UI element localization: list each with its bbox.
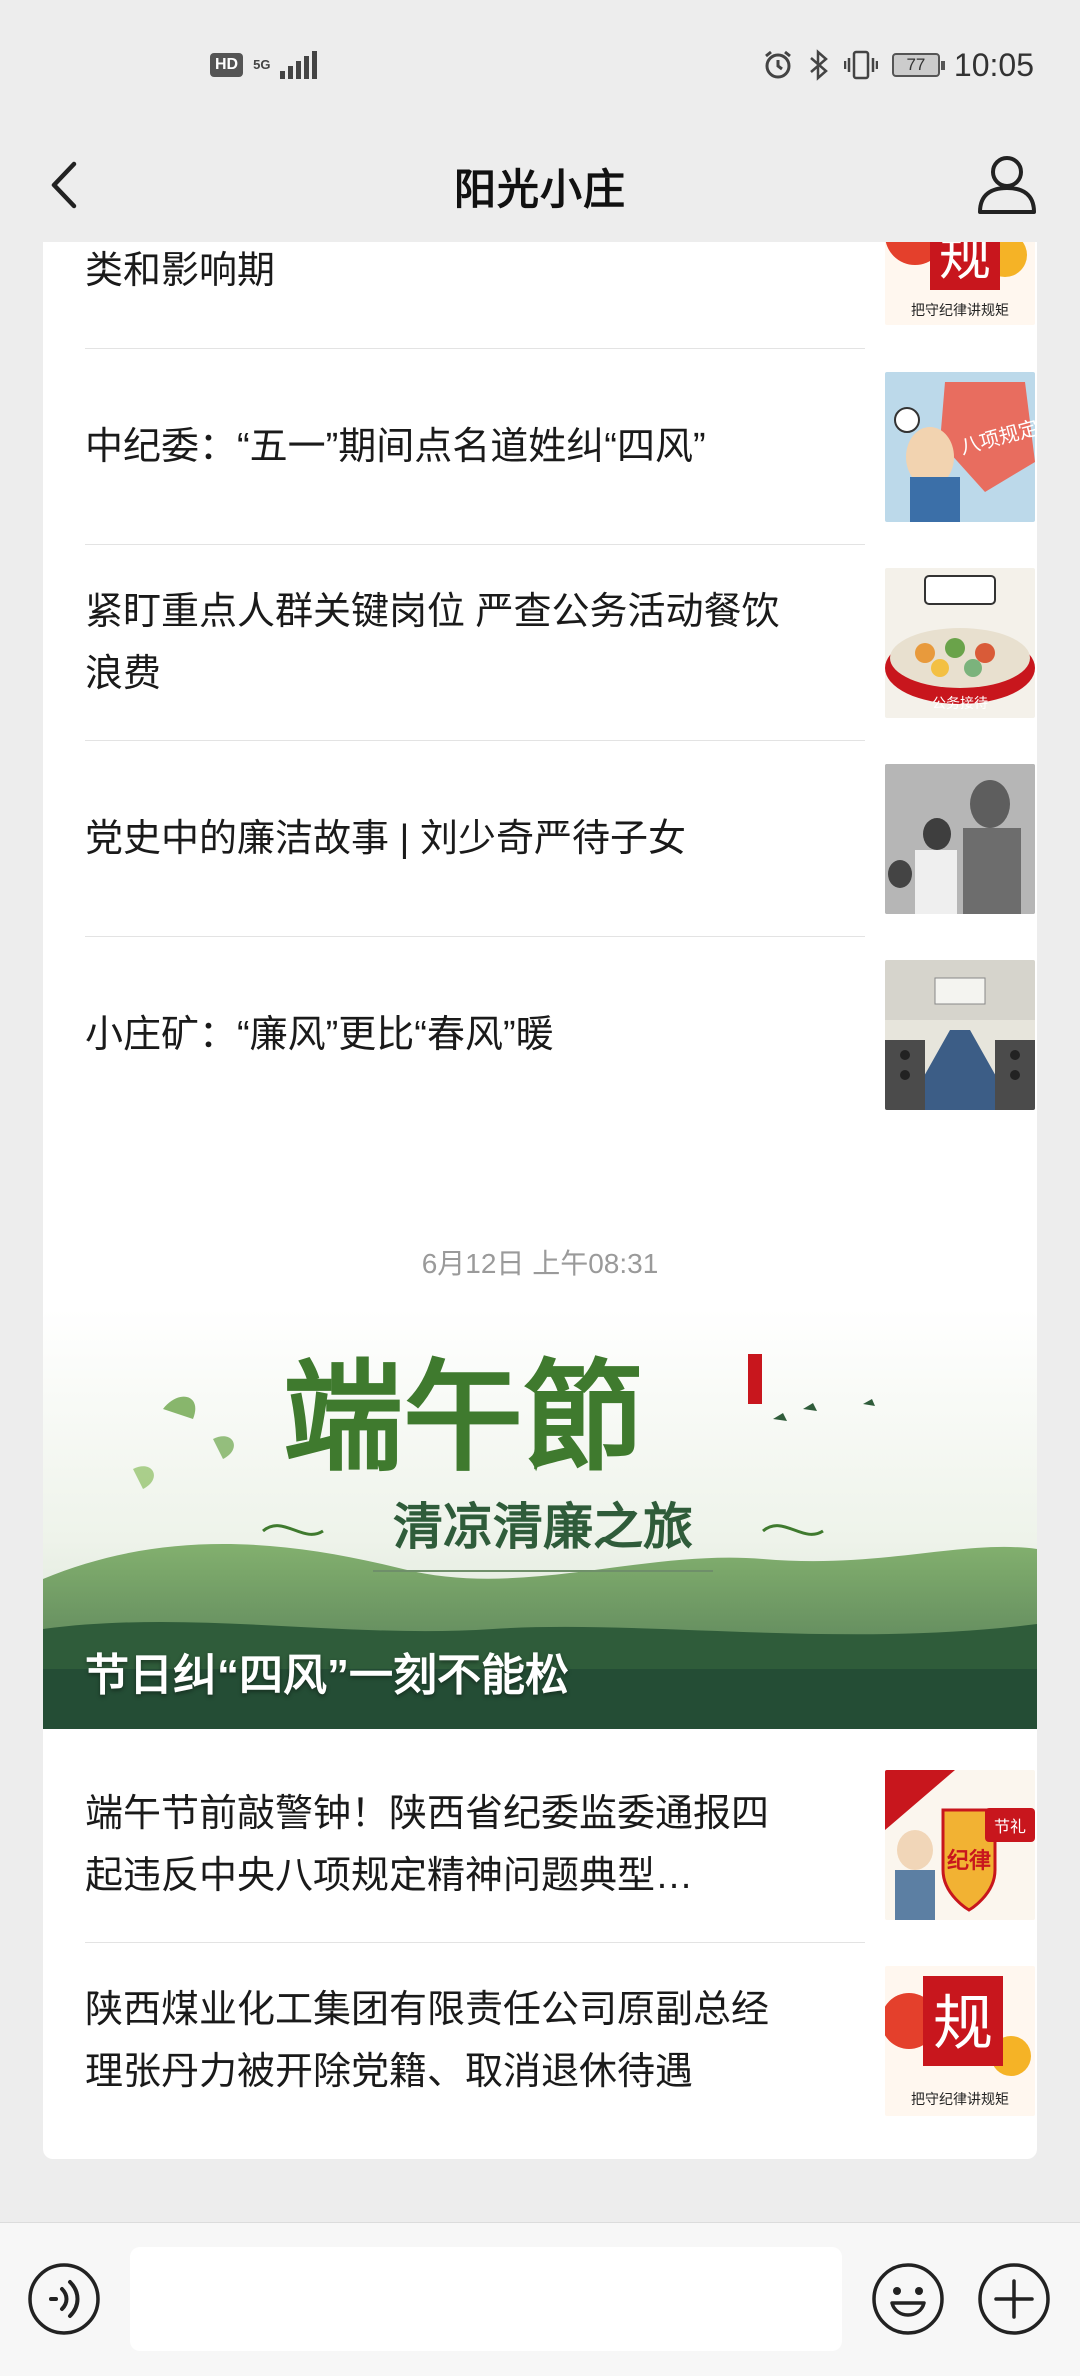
plus-icon[interactable] — [976, 2261, 1052, 2337]
article-item[interactable]: 党史中的廉洁故事 | 刘少奇严待子女 — [85, 741, 1037, 937]
article-thumbnail — [885, 960, 1035, 1110]
person-icon[interactable] — [972, 148, 1042, 218]
message-card: 端午節 清凉清廉之旅 节日纠“四风”一刻不能松 端午节前敲警钟！陕西省纪委监委通… — [43, 1309, 1037, 2159]
message-input[interactable] — [130, 2247, 842, 2351]
signal-icon — [280, 51, 318, 79]
status-left: HD 5G — [210, 51, 318, 79]
article-item[interactable]: 紧盯重点人群关键岗位 严查公务活动餐饮浪费 公务接待 — [85, 545, 1037, 741]
battery-icon: 77 — [891, 53, 945, 77]
chat-content[interactable]: 类和影响期 规 把守纪律讲规矩 中纪委：“五一”期间点名道姓纠“四风” 八项规定… — [0, 242, 1080, 2222]
thumb-caption: 把守纪律讲规矩 — [911, 303, 1009, 319]
article-thumbnail: 规 把守纪律讲规矩 — [885, 1966, 1035, 2116]
article-title: 类和影响期 — [85, 250, 276, 292]
alarm-icon — [764, 50, 791, 79]
article-thumbnail: 纪律 节礼 — [885, 1770, 1035, 1920]
emoji-icon[interactable] — [870, 2261, 946, 2337]
message-card: 类和影响期 规 把守纪律讲规矩 中纪委：“五一”期间点名道姓纠“四风” 八项规定… — [43, 242, 1037, 1400]
message-timestamp: 6月12日 上午08:31 — [421, 1248, 659, 1279]
nav-bar: 阳光小庄 — [0, 130, 1080, 242]
article-thumbnail: 八项规定 — [885, 372, 1035, 522]
article-thumbnail: 规 把守纪律讲规矩 — [885, 242, 1035, 325]
thumb-text: 规 — [939, 242, 991, 288]
article-title: 紧盯重点人群关键岗位 严查公务活动餐饮浪费 — [85, 591, 780, 695]
article-title: 端午节前敲警钟！陕西省纪委监委通报四起违反中央八项规定精神问题典型… — [85, 1793, 770, 1897]
status-bar: HD 5G 77 10:05 — [0, 0, 1080, 130]
thumb-text: 公务接待 — [932, 695, 988, 712]
article-title: 党史中的廉洁故事 | 刘少奇严待子女 — [85, 818, 686, 860]
article-thumbnail — [885, 764, 1035, 914]
thumb-caption: 把守纪律讲规矩 — [911, 2092, 1009, 2108]
banner-subtitle: 清凉清廉之旅 — [393, 1497, 693, 1556]
article-item[interactable]: 类和影响期 规 把守纪律讲规矩 — [85, 242, 1037, 348]
article-thumbnail: 公务接待 — [885, 568, 1035, 718]
hd-badge: HD — [210, 53, 244, 77]
thumb-text: 纪律 — [947, 1848, 991, 1874]
page-title: 阳光小庄 — [453, 165, 626, 213]
input-bar — [0, 2222, 1080, 2376]
voice-icon[interactable] — [26, 2261, 102, 2337]
status-time: 10:05 — [953, 46, 1034, 83]
article-title: 小庄矿：“廉风”更比“春风”暖 — [85, 1014, 554, 1056]
article-item[interactable]: 陕西煤业化工集团有限责任公司原副总经理张丹力被开除党籍、取消退休待遇 规 把守纪… — [85, 1943, 1037, 2139]
vibrate-icon — [843, 50, 878, 80]
banner-caption: 节日纠“四风”一刻不能松 — [85, 1651, 569, 1700]
thumb-text: 规 — [933, 1989, 993, 2059]
bluetooth-icon — [810, 49, 828, 81]
article-item[interactable]: 小庄矿：“廉风”更比“春风”暖 — [85, 937, 1037, 1133]
status-right: 77 10:05 — [762, 47, 1034, 84]
banner-headline: 端午節 — [283, 1347, 643, 1488]
thumb-badge: 节礼 — [994, 1817, 1026, 1836]
banner-article[interactable]: 端午節 清凉清廉之旅 节日纠“四风”一刻不能松 — [43, 1309, 1037, 1729]
article-item[interactable]: 中纪委：“五一”期间点名道姓纠“四风” 八项规定 — [85, 349, 1037, 545]
network-type: 5G — [253, 57, 271, 72]
chevron-left-icon[interactable] — [36, 150, 96, 220]
article-title: 陕西煤业化工集团有限责任公司原副总经理张丹力被开除党籍、取消退休待遇 — [85, 1989, 770, 2093]
article-item[interactable]: 端午节前敲警钟！陕西省纪委监委通报四起违反中央八项规定精神问题典型… 纪律 节礼 — [85, 1747, 1037, 1943]
article-title: 中纪委：“五一”期间点名道姓纠“四风” — [85, 426, 706, 468]
